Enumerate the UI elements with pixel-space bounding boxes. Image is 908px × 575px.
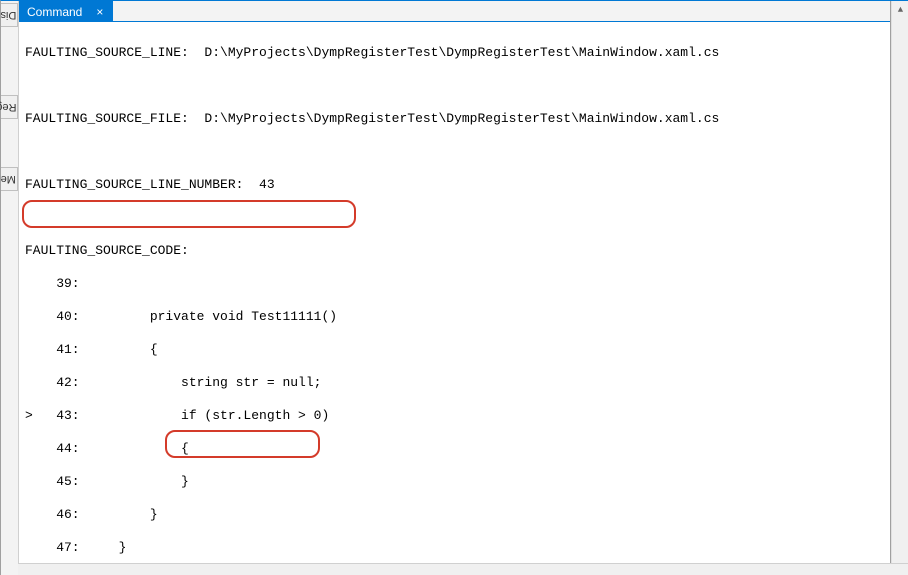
close-icon[interactable]: × [92, 6, 107, 18]
bottom-strip [18, 563, 908, 575]
vertical-scrollbar[interactable]: ▲ ▼ [891, 1, 908, 575]
output-line: 45: } [25, 474, 886, 491]
window-frame: Disassembly Registers Memory 0 Command ×… [0, 0, 908, 575]
side-tab-memory0[interactable]: Memory 0 [1, 167, 18, 191]
tab-command[interactable]: Command × [19, 0, 113, 21]
output-line [25, 210, 886, 227]
output-line [25, 78, 886, 95]
scroll-up-icon[interactable]: ▲ [892, 1, 908, 18]
output-line: 41: { [25, 342, 886, 359]
output-line: FAULTING_SOURCE_LINE: D:\MyProjects\Dymp… [25, 45, 886, 62]
output-line [25, 144, 886, 161]
output-line: FAULTING_SOURCE_CODE: [25, 243, 886, 260]
output-line: 47: } [25, 540, 886, 557]
output-line: FAULTING_SOURCE_FILE: D:\MyProjects\Dymp… [25, 111, 886, 128]
main-panel: Command × FAULTING_SOURCE_LINE: D:\MyPro… [19, 1, 891, 575]
side-tab-registers[interactable]: Registers [1, 95, 18, 119]
output-line: 44: { [25, 441, 886, 458]
output-line: 46: } [25, 507, 886, 524]
output-line: 40: private void Test11111() [25, 309, 886, 326]
output-line: 39: [25, 276, 886, 293]
output-line: 42: string str = null; [25, 375, 886, 392]
output-line: > 43: if (str.Length > 0) [25, 408, 886, 425]
side-tab-well: Disassembly Registers Memory 0 [1, 1, 19, 575]
tab-label: Command [27, 5, 82, 19]
command-output[interactable]: FAULTING_SOURCE_LINE: D:\MyProjects\Dymp… [19, 22, 890, 575]
output-line: FAULTING_SOURCE_LINE_NUMBER: 43 [25, 177, 886, 194]
tab-bar: Command × [19, 1, 890, 22]
side-tab-disassembly[interactable]: Disassembly [1, 3, 18, 27]
